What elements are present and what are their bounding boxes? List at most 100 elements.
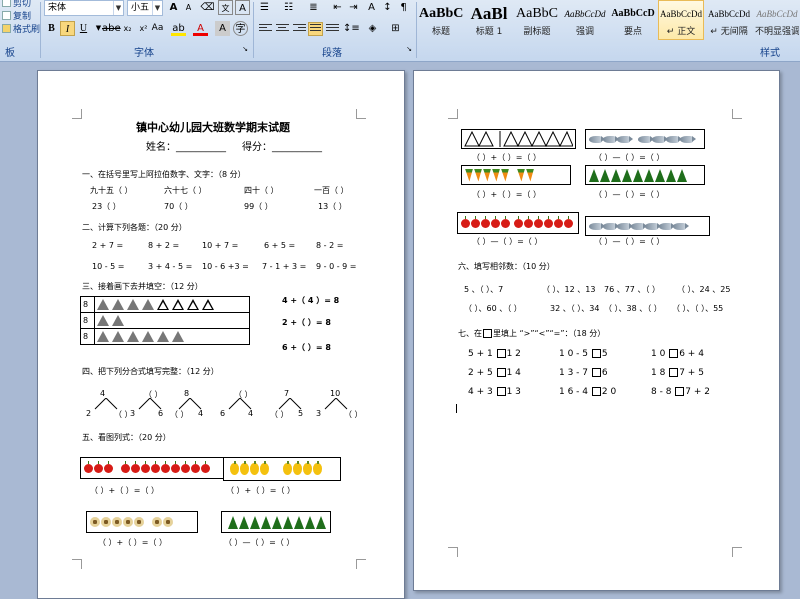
triangle-icon xyxy=(97,299,109,310)
answer-box[interactable] xyxy=(591,387,601,396)
pine-tree-icon xyxy=(611,168,621,182)
shrink-font-button[interactable]: A xyxy=(181,0,196,15)
line-spacing-button[interactable]: ↕≡ xyxy=(343,21,360,36)
numbering-button[interactable]: ☷ xyxy=(281,0,296,15)
highlight-button[interactable]: ab xyxy=(171,21,186,36)
bullets-button[interactable]: ☰ xyxy=(257,0,272,15)
cut-button[interactable]: 剪切 xyxy=(2,0,31,9)
sort-button[interactable]: ↕ xyxy=(380,0,395,15)
multilevel-list-button[interactable]: ≣ xyxy=(306,0,321,15)
document-page-2[interactable]: （ ）+（ ）=（ ） （ ）—（ ）=（ ） （ ）+（ ）=（ ） （ ）—… xyxy=(413,70,780,591)
shading-button[interactable]: ◈ xyxy=(365,21,380,36)
answer-box[interactable] xyxy=(496,349,506,358)
char-border-button[interactable]: A xyxy=(235,0,250,15)
subscript-button[interactable]: x₂ xyxy=(120,21,135,36)
format-painter-button[interactable]: 格式刷 xyxy=(2,22,40,35)
style-no-spacing[interactable]: AaBbCcDd ↵ 无间隔 xyxy=(706,0,752,40)
align-right-icon[interactable] xyxy=(293,24,306,35)
comparison-item: 2 + 5 1 4 xyxy=(468,368,521,378)
font-size-combo[interactable]: 小五 ▼ xyxy=(127,0,163,16)
highlighter-icon: ab xyxy=(172,23,185,34)
char-border-icon: A xyxy=(239,3,246,14)
bond-part: 4 xyxy=(248,409,254,418)
font-group-label: 字体 xyxy=(134,48,154,59)
justify-icon[interactable] xyxy=(308,22,323,36)
apple-icon xyxy=(481,215,490,228)
show-marks-button[interactable]: ¶ xyxy=(396,0,411,15)
style-strong[interactable]: AaBbCcD 要点 xyxy=(610,0,656,40)
strikethrough-button[interactable]: abe xyxy=(102,21,121,36)
change-case-button[interactable]: Aa xyxy=(150,21,165,36)
question-item: 32 、（ ）、34 xyxy=(550,304,600,313)
document-page-1[interactable]: 镇中心幼儿园大班数学期末试题 姓名：__________ 得分：________… xyxy=(37,70,405,599)
pine-tree-icon xyxy=(239,515,249,529)
decrease-indent-button[interactable]: ⇤ xyxy=(330,0,345,15)
text-cursor xyxy=(456,404,457,413)
char-shading-button[interactable]: A xyxy=(215,21,230,36)
style-subtitle[interactable]: AaBbC 副标题 xyxy=(514,0,560,40)
triangle-row xyxy=(94,296,250,313)
chevron-down-icon[interactable]: ▼ xyxy=(113,1,123,15)
fish-icon xyxy=(645,222,661,230)
answer-box[interactable] xyxy=(675,387,685,396)
fish-icon xyxy=(666,135,682,143)
answer-box[interactable] xyxy=(591,368,601,377)
flower-icon xyxy=(123,517,133,527)
question-item: 23（ ） xyxy=(92,202,121,211)
style-heading-1[interactable]: AaBl 标题 1 xyxy=(466,0,512,40)
triangles-picture xyxy=(461,129,576,149)
bond-whole: 4 xyxy=(100,389,106,398)
distributed-icon[interactable] xyxy=(326,24,339,35)
superscript-button[interactable]: x² xyxy=(136,21,151,36)
style-title[interactable]: AaBbC 标题 xyxy=(418,0,464,40)
fish-picture xyxy=(585,129,705,149)
fish-icon xyxy=(617,222,633,230)
bold-button[interactable]: B xyxy=(44,21,59,36)
font-name-combo[interactable]: 宋体 ▼ xyxy=(44,0,124,16)
comparison-item: 1 0 6 + 4 xyxy=(651,349,704,359)
answer-box[interactable] xyxy=(591,349,601,358)
fish-picture xyxy=(585,216,710,236)
apple-icon xyxy=(191,460,200,473)
chevron-down-icon[interactable]: ▼ xyxy=(152,1,162,15)
answer-box[interactable] xyxy=(669,368,679,377)
bond-whole: 7 xyxy=(284,389,290,398)
answer-box[interactable] xyxy=(496,368,506,377)
align-center-icon[interactable] xyxy=(276,24,289,35)
pear-icon xyxy=(260,461,269,475)
underline-button[interactable]: U xyxy=(76,21,91,36)
fish-icon xyxy=(603,222,619,230)
triangle-icon xyxy=(112,299,124,310)
borders-button[interactable]: ⊞ xyxy=(388,21,403,36)
style-emphasis[interactable]: AaBbCcDd 强调 xyxy=(562,0,608,40)
font-color-button[interactable]: A xyxy=(193,21,208,36)
chinese-layout-button[interactable]: A xyxy=(364,0,379,15)
style-subtle-emphasis[interactable]: AaBbCcDd 不明显强调 xyxy=(754,0,800,40)
increase-indent-button[interactable]: ⇥ xyxy=(346,0,361,15)
italic-icon: I xyxy=(65,24,70,35)
flower-icon xyxy=(134,517,144,527)
bond-lines xyxy=(178,398,202,410)
copy-button[interactable]: 复制 xyxy=(2,9,31,22)
paragraph-dialog-launcher[interactable]: ↘ xyxy=(404,44,414,54)
align-left-icon[interactable] xyxy=(259,24,272,35)
italic-button[interactable]: I xyxy=(60,21,75,36)
enclose-char-button[interactable]: 字 xyxy=(233,21,248,36)
style-normal[interactable]: AaBbCcDd ↵ 正文 xyxy=(658,0,704,40)
clear-format-button[interactable]: ⌫ xyxy=(200,0,215,15)
fill-equation: 2 +（ ）= 8 xyxy=(282,318,331,327)
question-item: 四十（ ） xyxy=(244,186,279,195)
font-dialog-launcher[interactable]: ↘ xyxy=(240,44,250,54)
grow-font-button[interactable]: A xyxy=(166,0,181,15)
apple-icon xyxy=(471,215,480,228)
section-2-heading: 二、计算下列各题：（20 分） xyxy=(82,223,187,232)
answer-box[interactable] xyxy=(496,387,506,396)
apple-icon xyxy=(554,215,563,228)
phonetic-guide-button[interactable]: 文 xyxy=(218,0,233,15)
apple-icon xyxy=(501,215,510,228)
triangle-icon xyxy=(112,331,124,342)
section-7-heading: 七、在 里填上 “>”“<”“=”：（18 分） xyxy=(458,329,606,338)
flower-icon xyxy=(152,517,162,527)
pine-tree-icon xyxy=(633,168,643,182)
answer-box[interactable] xyxy=(669,349,679,358)
